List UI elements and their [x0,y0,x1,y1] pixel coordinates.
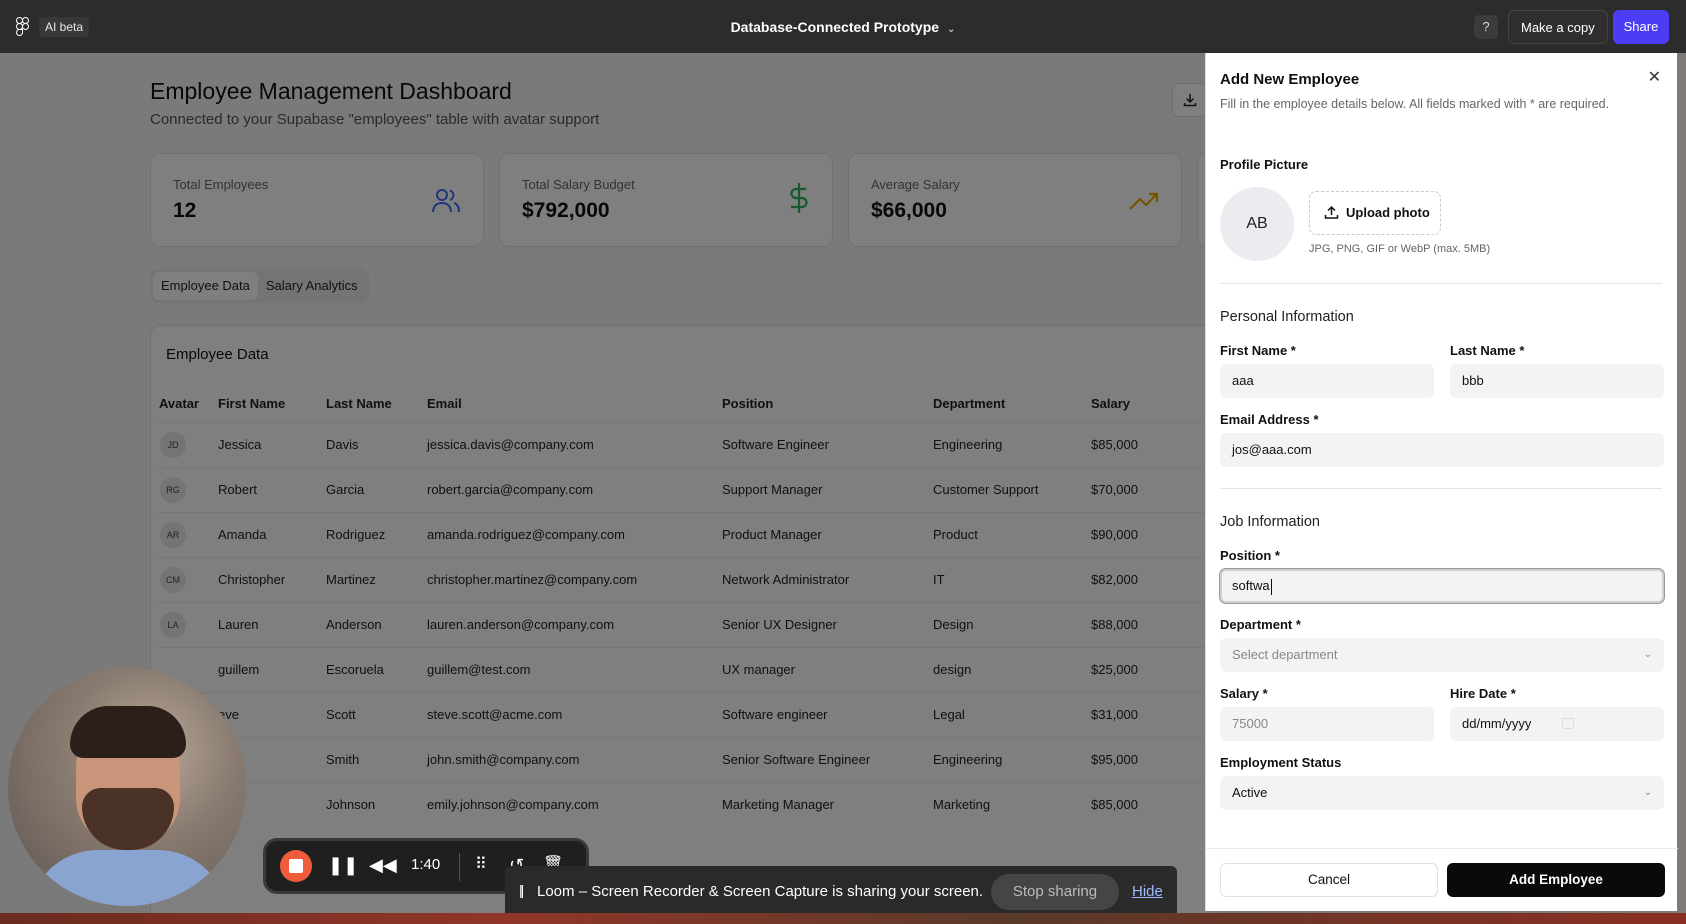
first-name-label: First Name * [1220,343,1296,358]
panel-title: Add New Employee [1220,71,1360,88]
grid-icon[interactable]: ⠿ [475,854,487,876]
divider [1220,488,1662,489]
text-caret [1270,578,1272,595]
recording-time: 1:40 [411,856,441,873]
status-value: Active [1232,785,1268,800]
profile-picture-label: Profile Picture [1220,157,1309,172]
add-employee-panel: ✕ Add New Employee Fill in the employee … [1205,53,1678,911]
cancel-button[interactable]: Cancel [1220,863,1438,897]
email-field[interactable]: jos@aaa.com [1220,433,1664,467]
footer-divider [1206,848,1678,849]
top-bar: AI beta Database-Connected Prototype ⌄ ? … [0,0,1686,53]
avatar: AB [1220,187,1294,261]
hire-date-field[interactable]: dd/mm/yyyy [1450,707,1664,741]
chevron-down-icon: ⌄ [1643,787,1652,798]
salary-label: Salary * [1220,686,1268,701]
first-name-field[interactable]: aaa [1220,364,1434,398]
chevron-down-icon: ⌄ [947,24,956,35]
last-name-field[interactable]: bbb [1450,364,1664,398]
hire-date-placeholder: dd/mm/yyyy [1462,716,1532,731]
divider [1220,283,1662,284]
upload-icon [1324,205,1339,219]
close-icon[interactable]: ✕ [1648,67,1661,87]
calendar-icon[interactable] [1562,718,1574,729]
help-button[interactable]: ? [1474,15,1498,39]
salary-field[interactable]: 75000 [1220,707,1434,741]
hire-date-label: Hire Date * [1450,686,1516,701]
position-value: softwa [1232,578,1270,593]
desktop-background-strip [0,913,1686,924]
share-button[interactable]: Share [1613,10,1669,44]
make-copy-button[interactable]: Make a copy [1508,10,1608,44]
department-placeholder: Select department [1232,647,1338,662]
stop-sharing-button[interactable]: Stop sharing [991,874,1119,910]
stop-recording-button[interactable] [280,850,312,882]
upload-photo-button[interactable]: Upload photo [1309,191,1441,235]
chevron-down-icon: ⌄ [1643,649,1652,660]
upload-hint: JPG, PNG, GIF or WebP (max. 5MB) [1309,243,1491,255]
screen-share-banner: || Loom – Screen Recorder & Screen Captu… [505,866,1177,918]
project-title[interactable]: Database-Connected Prototype ⌄ [0,17,1686,40]
status-label: Employment Status [1220,755,1342,770]
project-title-text: Database-Connected Prototype [730,19,940,35]
panel-description: Fill in the employee details below. All … [1220,97,1610,111]
divider [459,853,460,881]
share-banner-text: Loom – Screen Recorder & Screen Capture … [537,883,984,900]
webcam-bubble[interactable] [8,668,246,906]
personal-info-heading: Personal Information [1220,309,1354,325]
rewind-icon[interactable]: ◀◀ [369,854,397,876]
last-name-label: Last Name * [1450,343,1525,358]
screen: AI beta Database-Connected Prototype ⌄ ? … [0,0,1686,924]
webcam-beard [82,788,174,850]
hide-link[interactable]: Hide [1132,883,1163,900]
position-field[interactable]: softwa [1220,569,1664,603]
upload-label: Upload photo [1346,205,1430,220]
department-select[interactable]: Select department ⌄ [1220,638,1664,672]
pause-icon[interactable]: ❚❚ [328,854,358,876]
webcam-shirt [28,850,228,906]
webcam-hair [70,706,186,758]
add-employee-button[interactable]: Add Employee [1447,863,1665,897]
position-label: Position * [1220,548,1280,563]
email-label: Email Address * [1220,412,1319,427]
department-label: Department * [1220,617,1301,632]
job-info-heading: Job Information [1220,514,1320,530]
status-select[interactable]: Active ⌄ [1220,776,1664,810]
pause-icon: || [519,882,524,898]
